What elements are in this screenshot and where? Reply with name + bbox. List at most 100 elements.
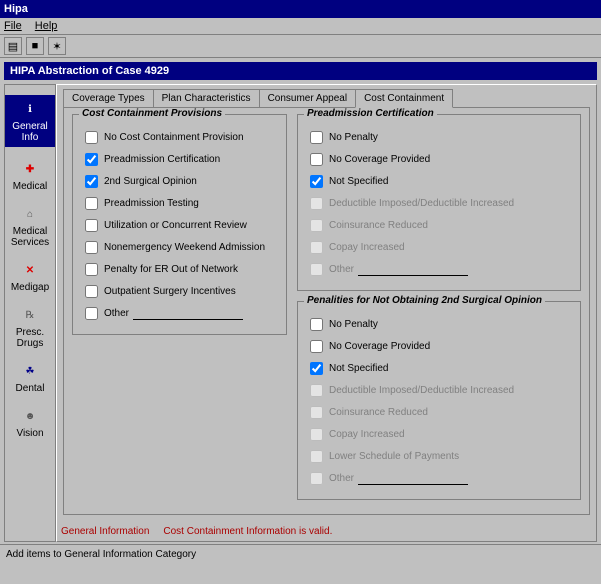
chk-label: Deductible Imposed/Deductible Increased bbox=[329, 385, 514, 396]
tabs: Coverage Types Plan Characteristics Cons… bbox=[57, 85, 596, 108]
group-title: Cost Containment Provisions bbox=[79, 108, 225, 119]
chk-label: Copay Increased bbox=[329, 429, 405, 440]
chk-label: Copay Increased bbox=[329, 242, 405, 253]
chk-label: Coinsurance Reduced bbox=[329, 220, 428, 231]
chk-label: No Coverage Provided bbox=[329, 341, 430, 352]
chk-pre-no-coverage[interactable] bbox=[310, 153, 323, 166]
bottom-bar: General Information Cost Containment Inf… bbox=[61, 526, 342, 537]
chk-label: Outpatient Surgery Incentives bbox=[104, 286, 236, 297]
sidebar-item-dental[interactable]: ☘ Dental bbox=[16, 361, 45, 394]
group-title: Preadmission Certification bbox=[304, 108, 437, 119]
chk-pen-no-coverage[interactable] bbox=[310, 340, 323, 353]
tab-plan-characteristics[interactable]: Plan Characteristics bbox=[153, 89, 260, 108]
sidebar-item-medical[interactable]: ✚ Medical bbox=[13, 159, 47, 192]
status-bar: Add items to General Information Categor… bbox=[0, 544, 601, 564]
dental-icon: ☘ bbox=[20, 361, 40, 381]
sidebar-item-general-info[interactable]: ℹ General Info bbox=[5, 95, 55, 147]
sidebar-item-label: Medigap bbox=[11, 282, 49, 293]
chk-label: Penalty for ER Out of Network bbox=[104, 264, 238, 275]
chk-pen-deductible bbox=[310, 384, 323, 397]
chk-pre-copay bbox=[310, 241, 323, 254]
chk-pen-coinsurance bbox=[310, 406, 323, 419]
chk-label: Coinsurance Reduced bbox=[329, 407, 428, 418]
toolbar-btn-2[interactable]: ■ bbox=[26, 37, 44, 55]
chk-label: Nonemergency Weekend Admission bbox=[104, 242, 265, 253]
vision-icon: ☻ bbox=[20, 406, 40, 426]
case-subtitle: HIPA Abstraction of Case 4929 bbox=[4, 62, 597, 80]
tab-panel-cost-containment: Cost Containment Provisions No Cost Cont… bbox=[63, 107, 590, 515]
chk-pre-coinsurance bbox=[310, 219, 323, 232]
status-message: Cost Containment Information is valid. bbox=[163, 526, 332, 537]
chk-label: Not Specified bbox=[329, 176, 388, 187]
group-preadmission: Preadmission Certification No Penalty No… bbox=[297, 114, 581, 291]
chk-pen-not-specified[interactable] bbox=[310, 362, 323, 375]
group-penalties-2nd-opinion: Penalities for Not Obtaining 2nd Surgica… bbox=[297, 301, 581, 500]
info-icon: ℹ bbox=[20, 99, 40, 119]
tab-consumer-appeal[interactable]: Consumer Appeal bbox=[259, 89, 357, 108]
tab-cost-containment[interactable]: Cost Containment bbox=[355, 89, 453, 108]
medigap-icon: ✕ bbox=[20, 260, 40, 280]
chk-pre-deductible bbox=[310, 197, 323, 210]
titlebar: Hipa bbox=[0, 0, 601, 18]
chk-outpatient-incentives[interactable] bbox=[85, 285, 98, 298]
chk-ccp-other[interactable] bbox=[85, 307, 98, 320]
chk-label: Preadmission Certification bbox=[104, 154, 220, 165]
sidebar-item-label: General Info bbox=[7, 121, 53, 143]
chk-no-cost-containment[interactable] bbox=[85, 131, 98, 144]
chk-label: Not Specified bbox=[329, 363, 388, 374]
chk-2nd-surgical[interactable] bbox=[85, 175, 98, 188]
group-cost-containment: Cost Containment Provisions No Cost Cont… bbox=[72, 114, 287, 335]
chk-label: Other bbox=[329, 264, 354, 275]
chk-label: No Penalty bbox=[329, 132, 378, 143]
sidebar-item-medigap[interactable]: ✕ Medigap bbox=[11, 260, 49, 293]
link-general-information[interactable]: General Information bbox=[61, 526, 149, 537]
chk-label: Utilization or Concurrent Review bbox=[104, 220, 247, 231]
chk-er-penalty[interactable] bbox=[85, 263, 98, 276]
chk-label: Other bbox=[104, 308, 129, 319]
sidebar: ℹ General Info ✚ Medical ⌂ Medical Servi… bbox=[4, 84, 56, 542]
chk-utilization-review[interactable] bbox=[85, 219, 98, 232]
chk-pen-other bbox=[310, 472, 323, 485]
sidebar-item-label: Vision bbox=[16, 428, 43, 439]
group-title: Penalities for Not Obtaining 2nd Surgica… bbox=[304, 295, 545, 306]
chk-pre-not-specified[interactable] bbox=[310, 175, 323, 188]
chk-pen-copay bbox=[310, 428, 323, 441]
main-area: ℹ General Info ✚ Medical ⌂ Medical Servi… bbox=[4, 84, 597, 542]
chk-preadmission-cert[interactable] bbox=[85, 153, 98, 166]
chk-label: No Penalty bbox=[329, 319, 378, 330]
med-services-icon: ⌂ bbox=[20, 204, 40, 224]
chk-label: Lower Schedule of Payments bbox=[329, 451, 459, 462]
toolbar-btn-3[interactable]: ✶ bbox=[48, 37, 66, 55]
rx-icon: ℞ bbox=[20, 305, 40, 325]
menu-file[interactable]: File bbox=[4, 20, 22, 32]
menubar: File Help bbox=[0, 18, 601, 35]
menu-help[interactable]: Help bbox=[35, 20, 58, 32]
chk-label: Preadmission Testing bbox=[104, 198, 199, 209]
sidebar-item-vision[interactable]: ☻ Vision bbox=[16, 406, 43, 439]
chk-label: No Cost Containment Provision bbox=[104, 132, 244, 143]
sidebar-item-label: Medical bbox=[13, 181, 47, 192]
medical-icon: ✚ bbox=[20, 159, 40, 179]
sidebar-item-presc-drugs[interactable]: ℞ Presc. Drugs bbox=[5, 305, 55, 349]
toolbar: ▤ ■ ✶ bbox=[0, 35, 601, 58]
toolbar-btn-1[interactable]: ▤ bbox=[4, 37, 22, 55]
sidebar-item-label: Presc. Drugs bbox=[5, 327, 55, 349]
chk-pen-no-penalty[interactable] bbox=[310, 318, 323, 331]
sidebar-item-label: Dental bbox=[16, 383, 45, 394]
chk-pre-no-penalty[interactable] bbox=[310, 131, 323, 144]
tab-coverage-types[interactable]: Coverage Types bbox=[63, 89, 154, 108]
pen-other-input bbox=[358, 472, 468, 485]
chk-label: No Coverage Provided bbox=[329, 154, 430, 165]
chk-pen-lower-schedule bbox=[310, 450, 323, 463]
chk-nonemerg-weekend[interactable] bbox=[85, 241, 98, 254]
sidebar-item-label: Medical Services bbox=[5, 226, 55, 248]
chk-preadm-testing[interactable] bbox=[85, 197, 98, 210]
chk-pre-other bbox=[310, 263, 323, 276]
chk-label: Deductible Imposed/Deductible Increased bbox=[329, 198, 514, 209]
pre-other-input bbox=[358, 263, 468, 276]
ccp-other-input[interactable] bbox=[133, 307, 243, 320]
sidebar-item-medical-services[interactable]: ⌂ Medical Services bbox=[5, 204, 55, 248]
content: Coverage Types Plan Characteristics Cons… bbox=[56, 84, 597, 542]
chk-label: 2nd Surgical Opinion bbox=[104, 176, 197, 187]
chk-label: Other bbox=[329, 473, 354, 484]
